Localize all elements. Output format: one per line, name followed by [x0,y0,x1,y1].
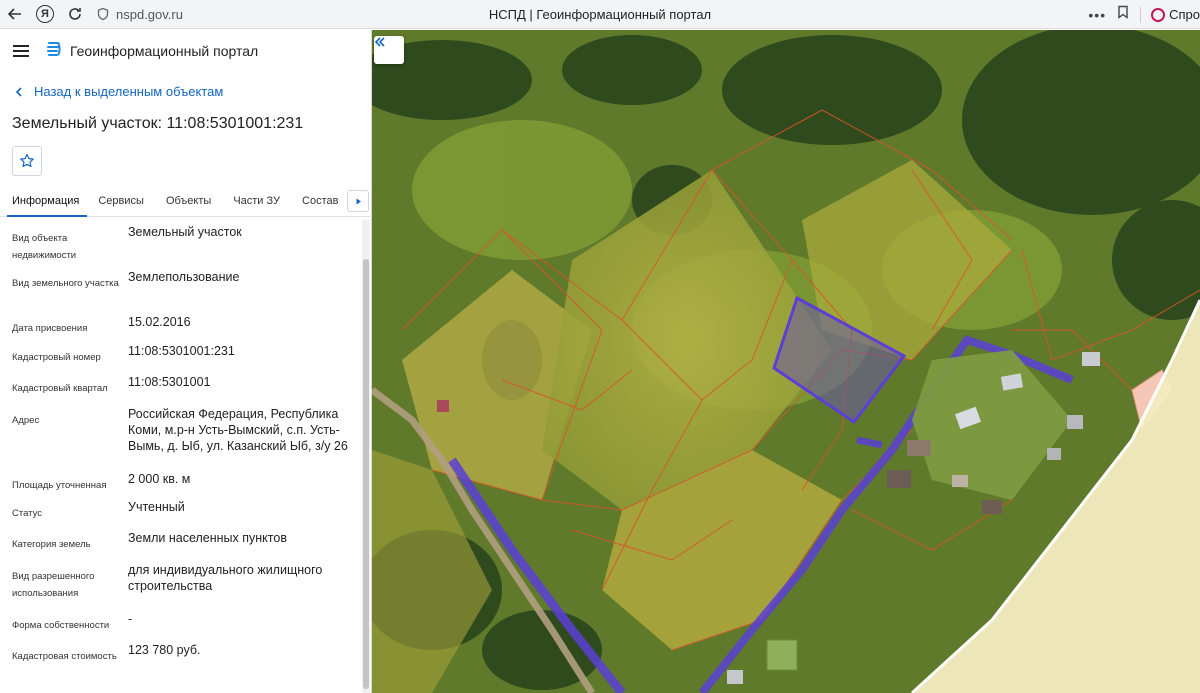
info-value: 123 780 руб. [128,643,201,657]
info-list: Вид объекта недвижимости Земельный участ… [0,220,362,693]
tabs-scroll-right-button[interactable] [347,190,369,212]
info-value: 11:08:5301001:231 [128,344,235,358]
assistant-icon [1151,7,1166,22]
star-icon [20,153,34,168]
reload-icon[interactable] [60,0,90,29]
info-label: Форма собственности [12,620,110,631]
shield-icon [97,7,109,21]
favorite-button[interactable] [12,146,42,176]
highlighted-corridor [856,436,883,449]
tab-parcel-parts[interactable]: Части ЗУ [222,187,291,217]
object-title: Земельный участок: 11:08:5301001:231 [12,115,304,132]
info-label: Адрес [12,415,40,426]
triangle-right-icon [356,198,361,204]
info-value: 2 000 кв. м [128,472,191,486]
tab-information[interactable]: Информация [7,187,88,217]
back-link-label: Назад к выделенным объектам [34,84,224,99]
info-label: Категория земель [12,539,91,550]
info-value: Российская Федерация, Республика Коми, м… [128,407,348,453]
divider [1140,6,1142,23]
menu-icon[interactable] [13,45,29,57]
tab-services[interactable]: Сервисы [87,187,155,217]
portal-logo-icon [45,40,63,63]
info-label: Кадастровый номер [12,352,101,363]
ask-button-label: Спро [1169,7,1200,22]
info-label: Вид земельного участка [12,278,119,289]
info-panel: Геоинформационный портал Назад к выделен… [0,30,372,693]
info-label: Площадь уточненная [12,480,107,491]
tab-composition[interactable]: Состав [291,187,349,217]
info-label: Вид объекта недвижимости [12,233,77,261]
info-value: Учтенный [128,500,185,514]
info-value: Землепользование [128,270,240,284]
satellite-map[interactable] [372,30,1200,693]
url-text: nspd.gov.ru [116,6,183,22]
ask-button[interactable]: Спро [1151,7,1200,22]
info-label: Кадастровая стоимость [12,651,117,662]
map-view[interactable] [372,30,1200,693]
scrollbar-thumb[interactable] [363,259,369,689]
info-scrollbar[interactable] [362,220,370,693]
portal-title: Геоинформационный портал [70,43,259,59]
chevron-left-icon [15,86,22,97]
info-value: 15.02.2016 [128,315,191,329]
double-chevron-left-icon [374,37,385,47]
panel-header: Геоинформационный портал [0,30,371,72]
info-value: Земли населенных пунктов [128,531,287,545]
info-value: Земельный участок [128,225,242,239]
info-label: Дата присвоения [12,323,88,334]
collapse-panel-button[interactable] [374,36,404,64]
yandex-logo-icon[interactable]: Я [30,0,60,29]
info-value: для индивидуального жилищного строительс… [128,563,323,593]
tab-bar: Информация Сервисы Объекты Части ЗУ Сост… [0,187,372,217]
tab-objects[interactable]: Объекты [155,187,222,217]
address-bar[interactable]: nspd.gov.ru [96,7,183,22]
back-to-selection-link[interactable]: Назад к выделенным объектам [14,84,223,99]
back-icon[interactable] [0,0,30,29]
more-icon[interactable]: ••• [1088,7,1106,23]
info-label: Статус [12,508,43,519]
bookmark-icon[interactable] [1116,5,1130,24]
info-value: - [128,612,133,626]
info-label: Вид разрешенного использования [12,571,95,599]
info-value: 11:08:5301001 [128,375,211,389]
browser-toolbar: Я nspd.gov.ru НСПД | Геоинформационный п… [0,0,1200,29]
info-label: Кадастровый квартал [12,383,108,394]
